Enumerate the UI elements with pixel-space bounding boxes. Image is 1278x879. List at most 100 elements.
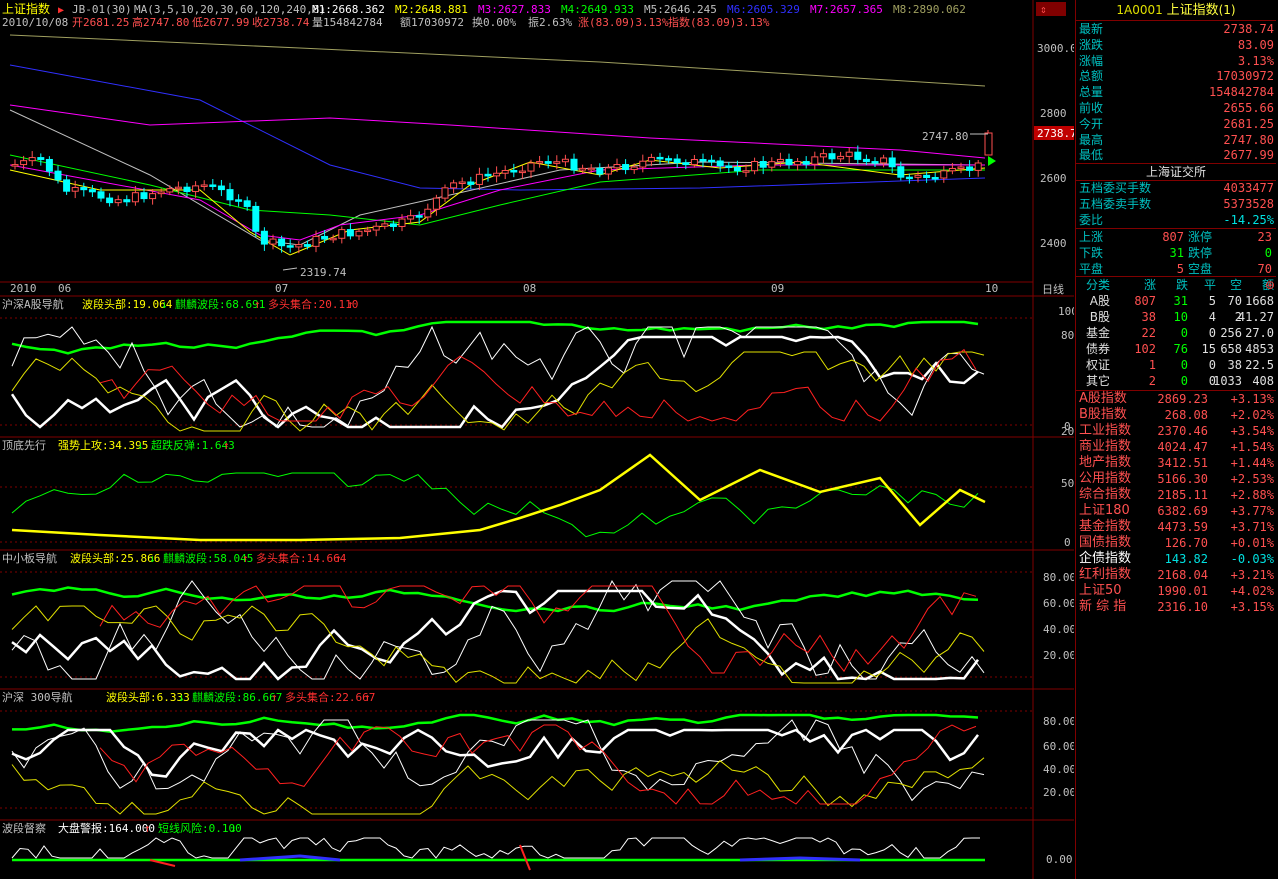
category-row[interactable]: 其它 2 0 0 1033 408	[1076, 373, 1276, 389]
index-row[interactable]: 红利指数 2168.04 +3.21%	[1076, 567, 1276, 583]
index-value: 5166.30	[1157, 472, 1208, 486]
index-row[interactable]: B股指数 268.08 +2.02%	[1076, 407, 1276, 423]
exchange-label: 五档委买手数	[1079, 181, 1152, 195]
add-icon[interactable]: ⊕	[1265, 277, 1275, 293]
date-tick: 10	[985, 282, 998, 295]
index-row[interactable]: 综合指数 2185.11 +2.88%	[1076, 487, 1276, 503]
index-row[interactable]: 国债指数 126.70 +0.01%	[1076, 535, 1276, 551]
category-row[interactable]: A股 807 31 5 70 1668	[1076, 293, 1276, 309]
breadth-label: 上涨	[1079, 230, 1104, 244]
indicator-pane[interactable]: 沪深A股导航 波段头部:19.064↓ 麒麟波段:68.691↑ 多头集合:20.11…	[0, 297, 1074, 438]
formula-name[interactable]: JB-01(30)	[72, 3, 132, 16]
index-value: 268.08	[1164, 408, 1208, 422]
volume-label: 量154842784	[312, 16, 383, 29]
indicator-pane[interactable]: 波段督察 大盘警报:164.000↑ 短线风险:0.100↓0.00	[2, 821, 1073, 871]
indicator-axis-tick: 0.00	[1046, 853, 1073, 866]
index-name: 上证180	[1079, 503, 1130, 518]
index-row[interactable]: 基金指数 4473.59 +3.71%	[1076, 519, 1276, 535]
index-row[interactable]: 上证180 6382.69 +3.77%	[1076, 503, 1276, 519]
trend-arrow-icon: ↑	[242, 552, 249, 565]
category-cell-empty: 256	[1220, 326, 1242, 340]
index-name: A股指数	[1079, 391, 1127, 406]
indicator-axis-tick: 60.00	[1043, 740, 1074, 753]
quote-row: 涨跌 83.09	[1076, 37, 1276, 53]
category-cell-name: 债券	[1085, 342, 1110, 356]
index-row[interactable]: 公用指数 5166.30 +2.53%	[1076, 471, 1276, 487]
index-change: +3.54%	[1230, 424, 1274, 438]
date-tick: 08	[523, 282, 536, 295]
quote-label: 总量	[1079, 85, 1104, 100]
amount-label: 额17030972	[400, 16, 464, 29]
index-change: -0.03%	[1230, 552, 1274, 566]
index-name: 新 综 指	[1079, 599, 1127, 614]
category-cell-flat: 0	[1208, 326, 1216, 340]
category-cell-down: 0	[1180, 358, 1188, 372]
breadth-value: 70	[1257, 262, 1272, 276]
index-value: 3412.51	[1157, 456, 1208, 470]
category-row[interactable]: 债券 102 76 15 658 4853	[1076, 341, 1276, 357]
exchange-value: -14.25%	[1223, 213, 1274, 227]
kline-chart[interactable]: 上证指数 ▶ JB-01(30) MA(3,5,10,20,30,60,120,…	[0, 0, 1074, 879]
index-row[interactable]: 新 综 指 2316.10 +3.15%	[1076, 599, 1276, 615]
exchange-value: 5373528	[1223, 197, 1274, 211]
index-row[interactable]: 地产指数 3412.51 +1.44%	[1076, 455, 1276, 471]
scroll-arrows-icon[interactable]: ⇕	[1040, 3, 1047, 16]
index-row[interactable]: A股指数 2869.23 +3.13%	[1076, 391, 1276, 407]
period-label[interactable]: 日线	[1042, 282, 1064, 296]
category-header-cell[interactable]: 空	[1230, 277, 1242, 293]
category-row[interactable]: 权证 1 0 0 38 22.5	[1076, 357, 1276, 373]
date-tick: 2010	[10, 282, 37, 295]
ma-value-label: M3:2627.833	[478, 3, 551, 16]
indicator-pane[interactable]: 顶底先行 强势上攻:34.395↓ 超跌反弹:1.643↑500	[0, 438, 1074, 549]
index-row[interactable]: 企债指数 143.82 -0.03%	[1076, 551, 1276, 567]
high-marker: 2747.80	[922, 130, 968, 143]
breadth-value: 807	[1162, 230, 1184, 244]
index-row[interactable]: 工业指数 2370.46 +3.54%	[1076, 423, 1276, 439]
indicator-title: 顶底先行	[2, 438, 46, 452]
date-tick: 09	[771, 282, 784, 295]
trend-arrow-icon: ↑	[364, 691, 371, 704]
index-name[interactable]: 上证指数	[2, 1, 50, 16]
index-row[interactable]: 上证50 1990.01 +4.02%	[1076, 583, 1276, 599]
category-header-cell[interactable]: 平	[1204, 277, 1216, 293]
category-header-cell[interactable]: 涨	[1144, 277, 1156, 293]
indicator-title: 中小板导航	[2, 551, 57, 565]
indicator-value-label: 麒麟波段:86.667	[192, 690, 282, 704]
index-change: +3.13%	[1230, 392, 1274, 406]
breadth-value: 23	[1257, 230, 1272, 244]
indicator-pane[interactable]: 中小板导航 波段头部:25.866↓ 麒麟波段:58.045↑ 多头集合:14.664…	[0, 551, 1074, 684]
category-cell-up: 1	[1148, 358, 1156, 372]
category-row[interactable]: B股 38 10 4 2 41.27	[1076, 309, 1276, 325]
index-value: 4473.59	[1157, 520, 1208, 534]
index-row[interactable]: 商业指数 4024.47 +1.54%	[1076, 439, 1276, 455]
category-row[interactable]: 基金 22 0 0 256 27.0	[1076, 325, 1276, 341]
category-header-cell[interactable]: 跌	[1176, 277, 1188, 293]
date-axis: 2010 06 07 08 09 10 日线	[0, 281, 1064, 296]
current-arrow-icon	[988, 156, 996, 166]
category-cell-amount: 1668	[1245, 294, 1274, 308]
index-name: 红利指数	[1079, 567, 1132, 582]
indicator-axis-tick: 40.00	[1043, 763, 1074, 776]
indicator-title: 沪深A股导航	[2, 297, 64, 311]
category-cell-amount: 27.0	[1245, 326, 1274, 340]
indicator-pane[interactable]: 沪深 300导航 波段头部:6.333↓ 麒麟波段:86.667↑ 多头集合:22.6…	[0, 690, 1074, 815]
quote-value: 2681.25	[1223, 116, 1274, 131]
category-cell-empty: 1033	[1213, 374, 1242, 388]
category-cell-down: 76	[1173, 342, 1188, 356]
ma-value-label: M4:2649.933	[561, 3, 634, 16]
candlesticks	[11, 130, 993, 254]
index-value: 2316.10	[1157, 600, 1208, 614]
trend-arrow-icon: ↓	[149, 552, 156, 565]
category-cell-flat: 4	[1208, 310, 1216, 324]
exchange-value: 4033477	[1223, 181, 1274, 195]
category-cell-up: 38	[1141, 310, 1156, 324]
quote-label: 涨跌	[1079, 37, 1104, 52]
quote-value: 3.13%	[1237, 53, 1274, 68]
category-header-cell[interactable]: 分类	[1086, 277, 1110, 293]
price-markers: 2319.74 2747.80	[282, 130, 996, 279]
quote-row: 今开 2681.25	[1076, 116, 1276, 132]
price-tick: 3000.0	[1037, 42, 1074, 55]
indicator-value-label: 麒麟波段:68.691	[175, 297, 265, 311]
index-change: +3.77%	[1230, 504, 1274, 518]
play-icon[interactable]: ▶	[58, 5, 64, 16]
